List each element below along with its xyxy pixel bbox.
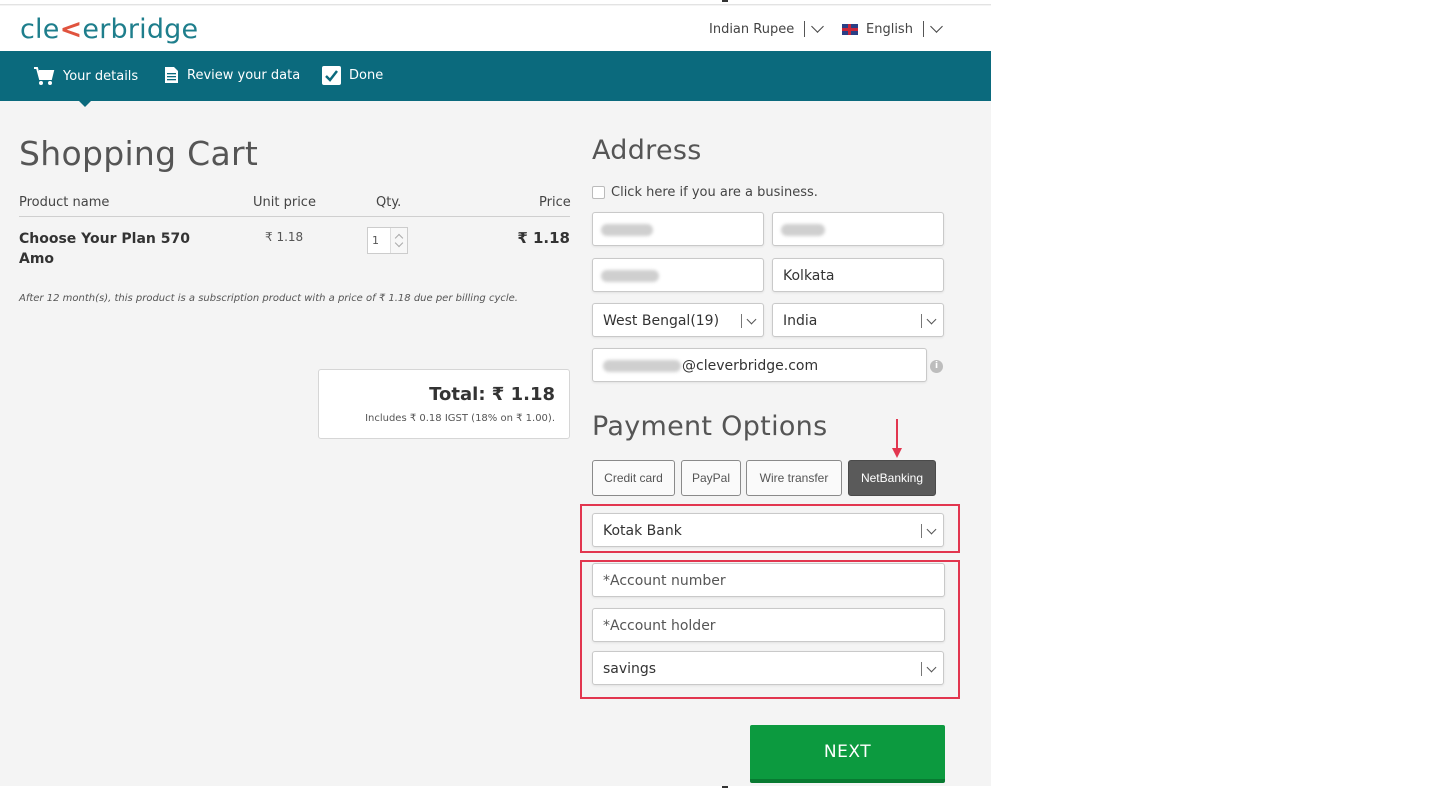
chevron-down-icon [926,524,937,534]
redacted-value [601,224,653,236]
country-value: India [783,313,818,329]
annotation-arrow [896,419,898,449]
zip-field[interactable] [592,258,764,292]
item-price: ₹ 1.18 [517,229,570,247]
logo-text-start: cle [20,14,60,45]
info-icon[interactable]: i [930,360,943,373]
payment-options-title: Payment Options [592,411,828,442]
payment-netbanking-button[interactable]: NetBanking [848,460,936,496]
unit-price: ₹ 1.18 [265,230,304,244]
top-border [0,0,991,5]
step-label: Review your data [187,67,301,83]
chevron-down-icon [926,662,937,672]
address-title: Address [592,135,702,166]
cleverbridge-logo[interactable]: cle<erbridge [20,14,198,45]
checkout-steps-nav: Your details Review your data Done [0,51,991,101]
account-type-value: savings [603,661,657,677]
column-header-unit-price: Unit price [253,195,316,210]
bank-value: Kotak Bank [603,523,682,539]
redacted-value [781,224,825,236]
select-arrow [921,662,937,676]
first-name-field[interactable] [592,212,764,246]
step-label: Done [349,68,384,83]
step-label: Your details [63,68,139,84]
quantity-stepper[interactable]: 1 [367,227,408,254]
language-select[interactable]: English [842,20,943,37]
city-field[interactable]: Kolkata [772,258,944,292]
payment-wire-transfer-button[interactable]: Wire transfer [746,460,842,496]
business-checkbox[interactable] [592,186,605,199]
shopping-cart-title: Shopping Cart [19,134,259,173]
state-value: West Bengal(19) [603,313,720,329]
document-icon [165,67,178,83]
logo-v-mark: < [59,14,83,45]
currency-select[interactable]: Indian Rupee [709,20,825,37]
account-type-select[interactable]: savings [592,651,944,685]
step-done[interactable]: Done [322,66,383,85]
column-header-qty: Qty. [376,195,402,210]
active-step-pointer [78,100,92,107]
chevron-down-icon [930,20,943,33]
chevron-down-icon [746,314,757,324]
cart-icon [34,67,55,85]
language-label: English [866,21,913,37]
select-arrow [921,524,937,538]
next-button[interactable]: NEXT [750,725,945,783]
last-name-field[interactable] [772,212,944,246]
tax-note: Includes ₹ 0.18 IGST (18% on ₹ 1.00). [365,413,555,424]
total-box: Total: ₹ 1.18 Includes ₹ 0.18 IGST (18% … [318,369,570,439]
column-header-price: Price [539,195,571,210]
product-name: Choose Your Plan 570 Amo [19,231,190,267]
email-field[interactable]: @cleverbridge.com [592,348,927,382]
chevron-down-icon [811,20,825,33]
account-holder-input[interactable]: *Account holder [592,608,945,642]
business-checkbox-label: Click here if you are a business. [611,185,818,200]
column-header-product: Product name [19,195,110,210]
divider [922,21,924,37]
divider [19,216,570,217]
header: cle<erbridge Indian Rupee English [0,6,991,51]
account-number-placeholder: *Account number [603,573,726,589]
chevron-down-icon [926,314,937,324]
uk-flag-icon [842,23,858,35]
payment-paypal-button[interactable]: PayPal [681,460,741,496]
select-arrow [921,314,937,328]
divider [804,21,806,37]
step-review-your-data[interactable]: Review your data [164,66,300,84]
country-select[interactable]: India [772,303,944,337]
chevron-down-icon[interactable] [394,238,404,248]
quantity-value: 1 [372,234,379,247]
order-total: Total: ₹ 1.18 [429,384,555,405]
email-domain: @cleverbridge.com [682,358,819,374]
checkbox-icon [322,66,341,85]
payment-credit-card-button[interactable]: Credit card [592,460,675,496]
city-value: Kolkata [783,268,835,284]
redacted-value [603,360,681,372]
currency-label: Indian Rupee [709,21,795,37]
redacted-value [601,270,659,282]
select-arrow [741,314,757,328]
step-your-details[interactable]: Your details [33,66,138,86]
subscription-note: After 12 month(s), this product is a sub… [19,293,518,304]
spinner-buttons[interactable] [390,228,407,253]
business-checkbox-row[interactable]: Click here if you are a business. [592,185,818,200]
state-select[interactable]: West Bengal(19) [592,303,764,337]
annotation-arrow-head [892,448,902,458]
logo-text-end: erbridge [82,14,199,45]
checkout-page: cle<erbridge Indian Rupee English Your d… [0,0,991,788]
account-holder-placeholder: *Account holder [603,618,716,634]
tick-mark [722,0,728,2]
account-number-input[interactable]: *Account number [592,563,945,597]
bank-select[interactable]: Kotak Bank [592,513,944,547]
